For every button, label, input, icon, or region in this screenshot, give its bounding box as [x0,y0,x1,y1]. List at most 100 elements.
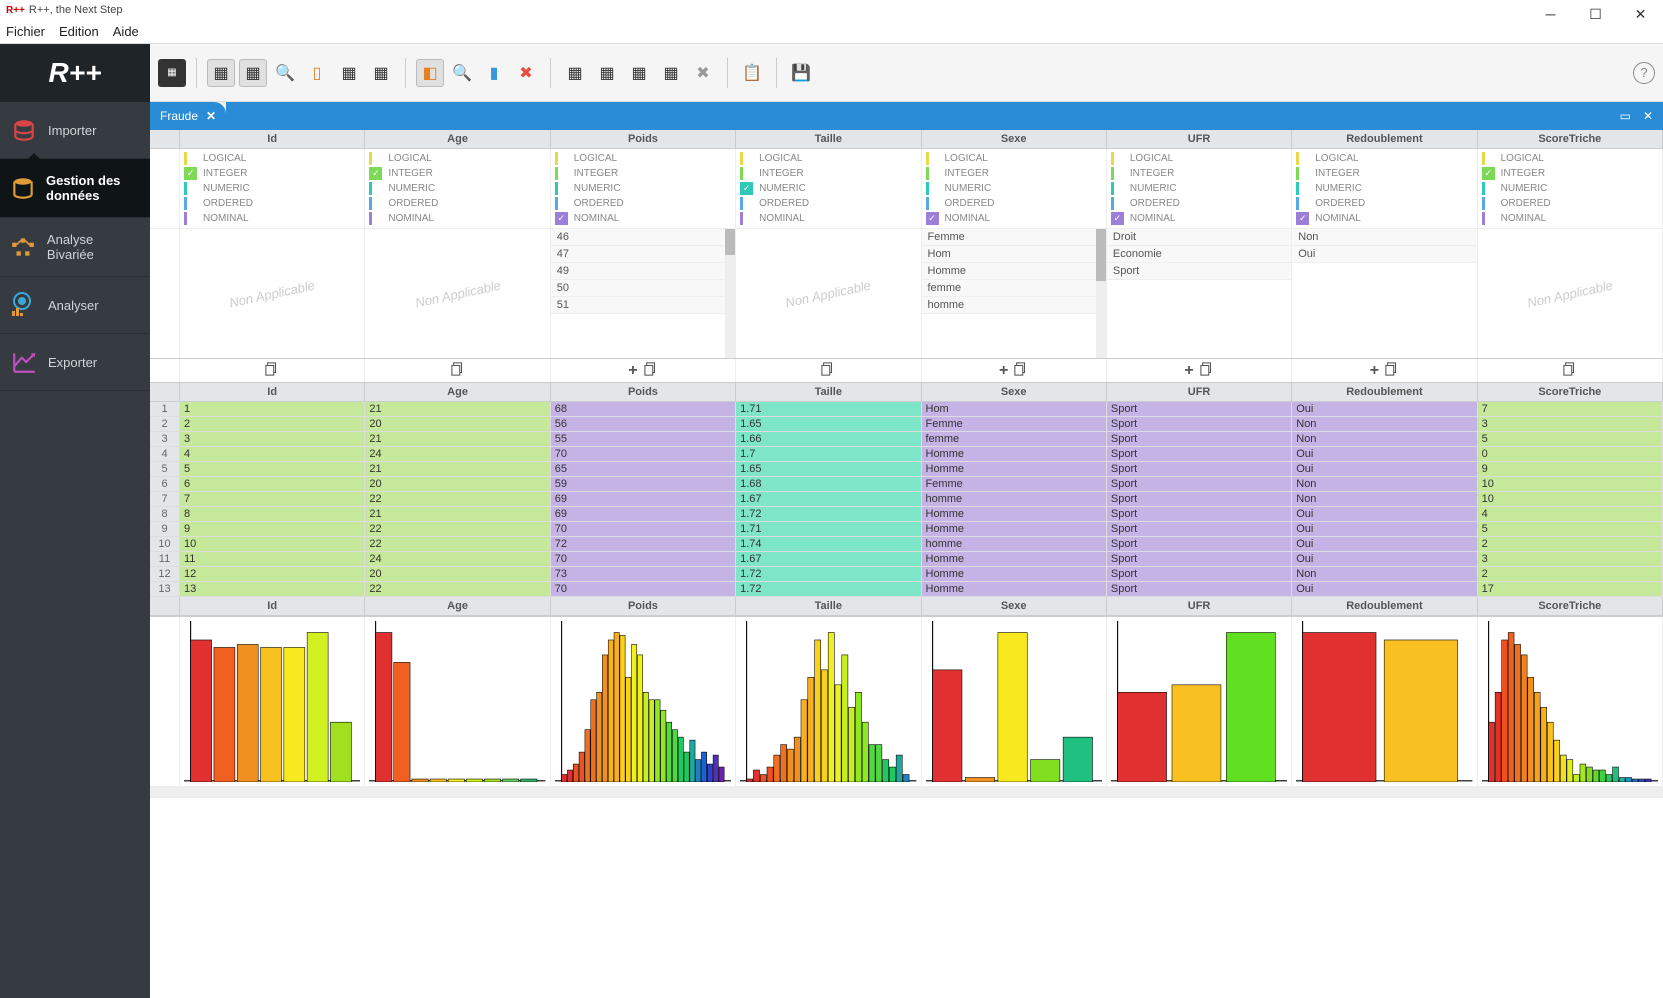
type-option-numeric[interactable]: NUMERIC [1296,181,1472,196]
type-option-integer[interactable]: INTEGER [369,166,545,181]
value-item[interactable]: 50 [551,280,735,297]
cell[interactable]: 5 [1478,522,1663,537]
column-header[interactable]: UFR [1107,130,1292,148]
cell[interactable]: 1.72 [736,507,921,522]
delete-col-button[interactable]: ▦ [367,59,395,87]
grid-settings-button[interactable]: ▦ [239,59,267,87]
copy-icon[interactable] [265,362,279,379]
cell[interactable]: Non [1292,432,1477,447]
cell[interactable]: 24 [365,447,550,462]
type-option-nominal[interactable]: NOMINAL [369,211,545,226]
type-option-integer[interactable]: INTEGER [740,166,916,181]
type-option-numeric[interactable]: NUMERIC [926,181,1102,196]
type-option-nominal[interactable]: NOMINAL [1111,211,1287,226]
cell[interactable]: Oui [1292,582,1477,597]
type-option-integer[interactable]: INTEGER [184,166,360,181]
column-header[interactable]: Taille [736,383,921,401]
cell[interactable]: 9 [1478,462,1663,477]
table-row[interactable]: 5521651.65HommeSportOui9 [150,462,1663,477]
column-header[interactable]: ScoreTriche [1478,383,1663,401]
table1-button[interactable]: ▦ [561,59,589,87]
cell[interactable]: 10 [1478,492,1663,507]
cell[interactable]: Femme [922,477,1107,492]
column-header[interactable]: Id [180,597,365,615]
table-row[interactable]: 101022721.74hommeSportOui2 [150,537,1663,552]
chart-cell-age[interactable] [365,617,550,786]
table-row[interactable]: 6620591.68FemmeSportNon10 [150,477,1663,492]
chart-button[interactable]: ▮ [480,59,508,87]
table-row[interactable]: 7722691.67hommeSportNon10 [150,492,1663,507]
copy-cell[interactable] [1478,359,1663,382]
sidebar-item-gestion[interactable]: Gestion des données [0,159,150,218]
cell[interactable]: Oui [1292,552,1477,567]
chart-cell-sexe[interactable] [922,617,1107,786]
cell[interactable]: Oui [1292,537,1477,552]
cell[interactable]: Oui [1292,402,1477,417]
type-option-nominal[interactable]: NOMINAL [1482,211,1658,226]
cell[interactable]: Sport [1107,507,1292,522]
cell[interactable]: 1.71 [736,522,921,537]
value-item[interactable]: Hom [922,246,1106,263]
inspect-button[interactable]: 🔍 [448,59,476,87]
copy-icon[interactable] [644,362,658,379]
type-option-integer[interactable]: INTEGER [1111,166,1287,181]
cell[interactable]: 72 [551,537,736,552]
cell[interactable]: 69 [551,507,736,522]
type-option-numeric[interactable]: NUMERIC [555,181,731,196]
copy-cell[interactable]: + [922,359,1107,382]
sidebar-item-exporter[interactable]: Exporter [0,334,150,391]
table-row[interactable]: 121220731.72HommeSportNon2 [150,567,1663,582]
type-option-nominal[interactable]: NOMINAL [184,211,360,226]
help-button[interactable]: ? [1633,62,1655,84]
column-header[interactable]: ScoreTriche [1478,130,1663,148]
copy-icon[interactable] [1385,362,1399,379]
cell[interactable]: 1.67 [736,492,921,507]
column-header[interactable]: ScoreTriche [1478,597,1663,615]
cell[interactable]: 1.65 [736,462,921,477]
column-header[interactable]: Taille [736,597,921,615]
table-row[interactable]: 9922701.71HommeSportOui5 [150,522,1663,537]
menu-fichier[interactable]: Fichier [6,24,45,39]
value-item[interactable]: Femme [922,229,1106,246]
cell[interactable]: Oui [1292,522,1477,537]
column-header[interactable]: Taille [736,130,921,148]
type-option-ordered[interactable]: ORDERED [555,196,731,211]
value-item[interactable]: Homme [922,263,1106,280]
copy-cell[interactable]: + [551,359,736,382]
value-item[interactable]: Economie [1107,246,1291,263]
type-option-ordered[interactable]: ORDERED [1296,196,1472,211]
cell[interactable]: 22 [365,522,550,537]
cell[interactable]: Homme [922,447,1107,462]
cell[interactable]: 68 [551,402,736,417]
value-item[interactable]: 46 [551,229,735,246]
cell[interactable]: 65 [551,462,736,477]
type-option-numeric[interactable]: NUMERIC [184,181,360,196]
data-grid[interactable]: 1121681.71HomSportOui72220561.65FemmeSpo… [150,402,1663,597]
cell[interactable]: 0 [1478,447,1663,462]
scrollbar[interactable] [725,229,735,358]
cell[interactable]: 1.72 [736,567,921,582]
cell[interactable]: Homme [922,567,1107,582]
cell[interactable]: 1.66 [736,432,921,447]
cell[interactable]: 12 [180,567,365,582]
add-icon[interactable]: + [1184,362,1193,380]
column-header[interactable]: Age [365,130,550,148]
add-icon[interactable]: + [999,362,1008,380]
chart-cell-ufr[interactable] [1107,617,1292,786]
tab-close-all-icon[interactable]: ✕ [1643,109,1653,123]
cell[interactable]: Non [1292,492,1477,507]
cell[interactable]: Sport [1107,552,1292,567]
cell[interactable]: 24 [365,552,550,567]
cell[interactable]: 5 [180,462,365,477]
cell[interactable]: 21 [365,402,550,417]
cell[interactable]: 6 [180,477,365,492]
cell[interactable]: 9 [180,522,365,537]
cell[interactable]: 7 [1478,402,1663,417]
cell[interactable]: Oui [1292,447,1477,462]
cell[interactable]: 8 [180,507,365,522]
cell[interactable]: Sport [1107,582,1292,597]
type-option-numeric[interactable]: NUMERIC [740,181,916,196]
type-option-logical[interactable]: LOGICAL [740,151,916,166]
chart-cell-id[interactable] [180,617,365,786]
type-option-numeric[interactable]: NUMERIC [1111,181,1287,196]
